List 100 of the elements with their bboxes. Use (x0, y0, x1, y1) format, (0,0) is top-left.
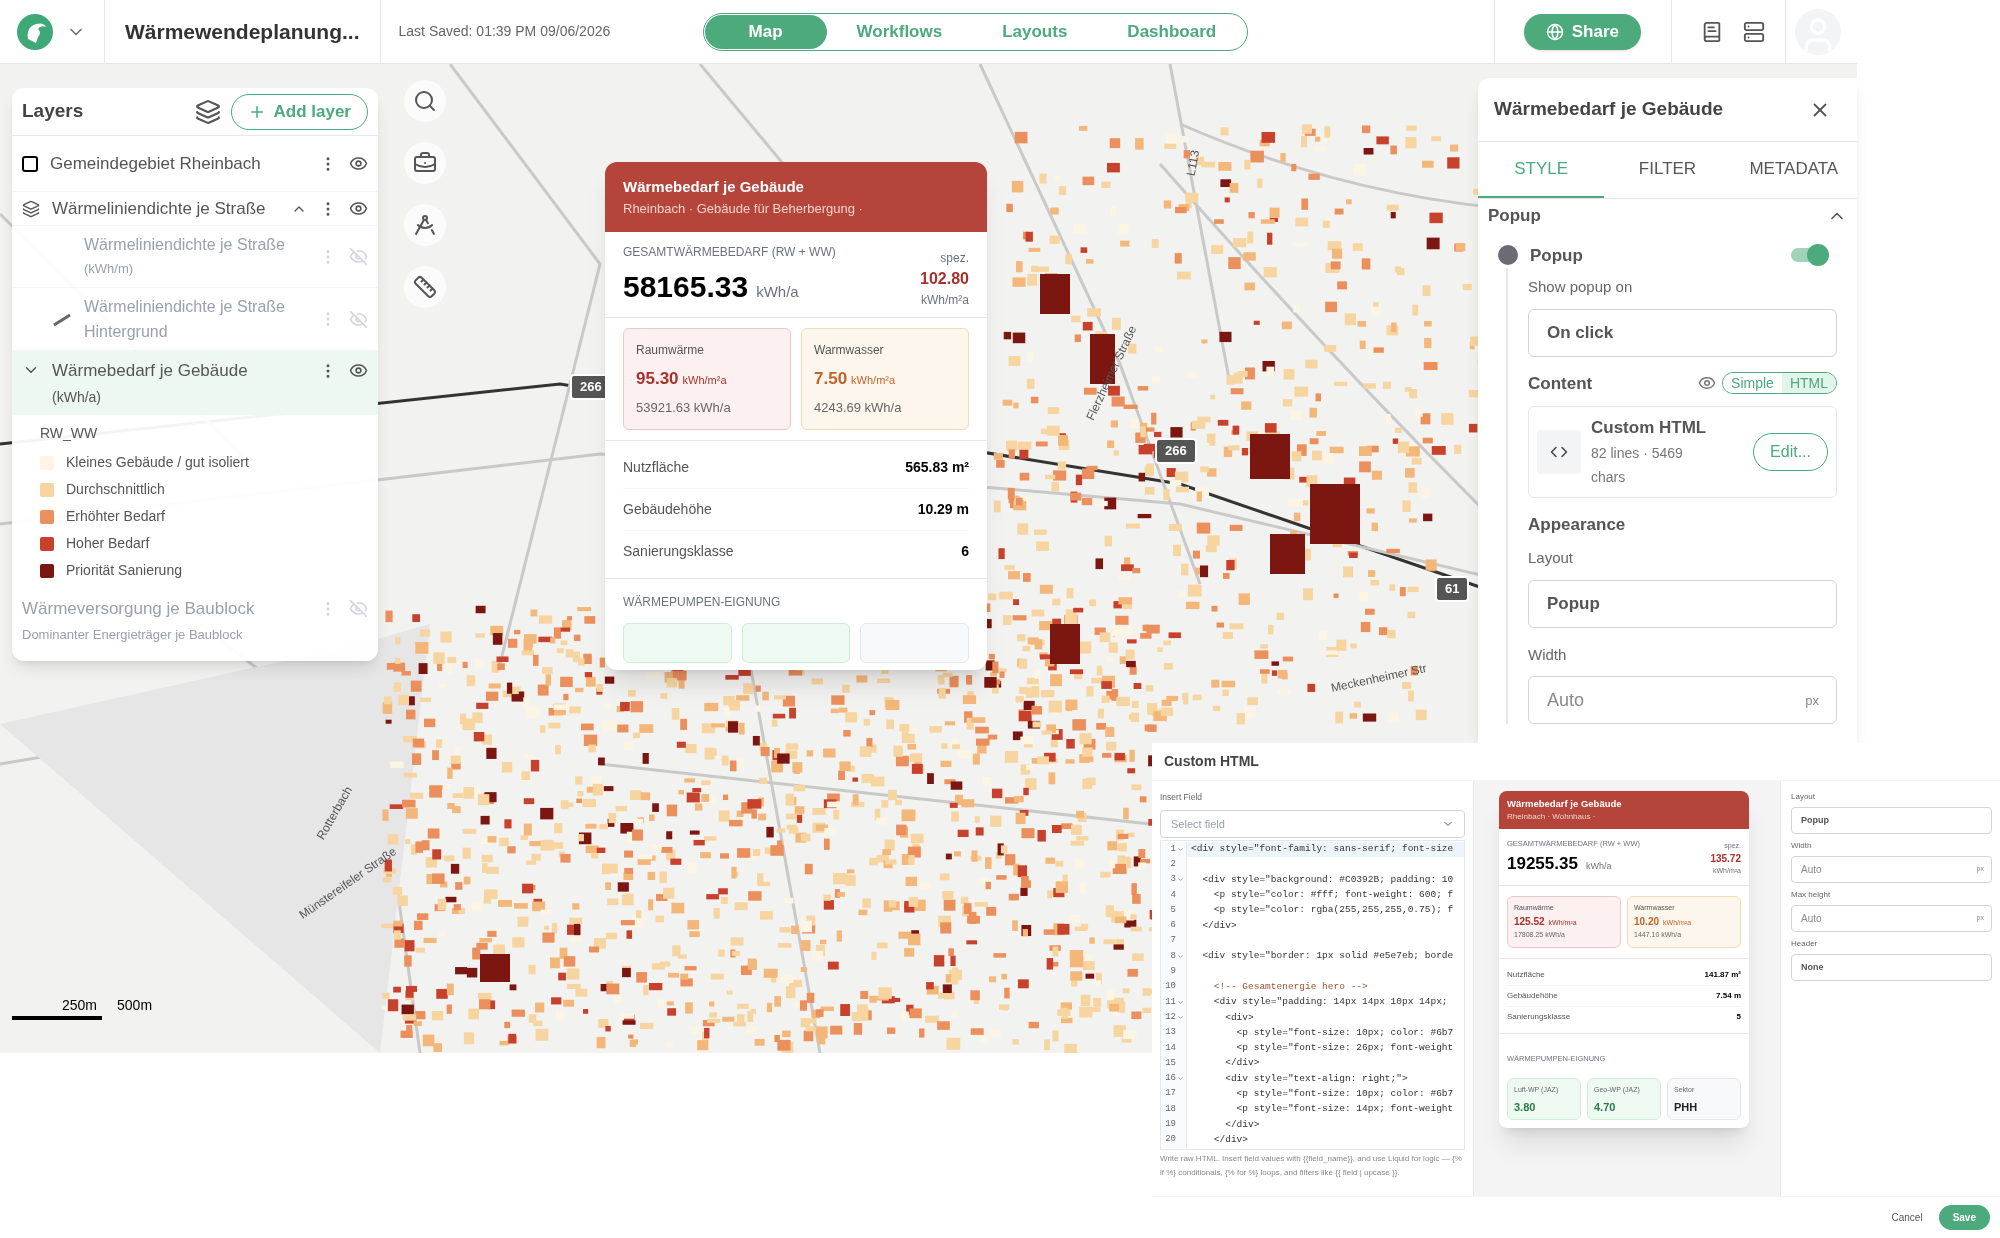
property-value: 141.87 m² (1704, 968, 1741, 981)
property-value: 10.29 m (917, 500, 969, 519)
field-label: Content (1528, 372, 1593, 395)
line-number: 9 (1170, 965, 1176, 978)
property-value: 565.83 m² (905, 458, 969, 477)
total-unit: kWh/a (1585, 860, 1612, 874)
code-line: </div> (1212, 1132, 1248, 1147)
layers-icon (194, 98, 221, 125)
layer-name[interactable]: Wärmeliniendichte je Straße (84, 232, 307, 257)
share-button[interactable]: Share (1523, 13, 1641, 50)
select-field[interactable]: Popup (1791, 807, 1992, 834)
help-text: Write raw HTML. Insert field values with {{field_name}}, and use Liquid for logic — {% if %} conditionals, {% for %} loops, and filters like {{ field | upcase }}. (1160, 1152, 1463, 1179)
eye-icon[interactable] (349, 199, 368, 218)
nav-tab[interactable]: Dashboard (1097, 14, 1247, 49)
panel-title: Layers (22, 99, 84, 124)
property-value: 5 (1736, 1010, 1741, 1023)
server-icon[interactable] (1743, 20, 1765, 43)
property-label: Nutzfläche (1507, 968, 1545, 981)
select-field[interactable]: Select field (1160, 809, 1465, 838)
property-label: Gebäudehöhe (1507, 989, 1558, 1002)
last-saved-text: Last Saved: 01:39 PM 09/06/2026 (397, 22, 612, 41)
card-meta: 82 lines · 5469 chars (1591, 443, 1684, 487)
panel-title: Wärmebedarf je Gebäude (1494, 97, 1724, 122)
toggle-label: Popup (1530, 244, 1583, 267)
panel-tab[interactable]: FILTER (1604, 142, 1731, 198)
field-label: Show popup on (1528, 277, 1634, 297)
unit-label: px (1805, 692, 1819, 710)
legend-label: Erhöhter Bedarf (66, 507, 165, 526)
layer-name[interactable]: Wärmeliniendichte je Straße (52, 196, 279, 221)
road-label: L113 (1182, 148, 1204, 178)
nav-tab[interactable]: Layouts (972, 14, 1098, 49)
code-line: <div> (1224, 1010, 1254, 1025)
code-line: </div> (1201, 918, 1237, 933)
ruler-icon[interactable] (413, 275, 437, 299)
code-line: </div> (1224, 1056, 1260, 1071)
section-title: Popup (1488, 205, 1541, 227)
section-label: WÄRMEPUMPEN-EIGNUNG (623, 595, 781, 609)
eye-icon[interactable] (349, 361, 368, 380)
globe-icon (1545, 22, 1564, 41)
trigger-select[interactable]: On click (1528, 308, 1837, 357)
specific-unit: kWh/m²a (921, 292, 969, 309)
tile-value: 3.80 (1514, 1100, 1537, 1116)
legend-label: Kleines Gebäude / gut isoliert (66, 453, 249, 472)
property-label: Gebäudehöhe (623, 500, 712, 519)
compass-icon[interactable] (413, 213, 437, 237)
metric-total: 53921.63 kWh/a (636, 398, 732, 417)
nav-tab[interactable]: Map (704, 14, 827, 49)
field-label: Layout (1528, 548, 1575, 568)
mode-toggle[interactable]: HTML (1781, 373, 1836, 394)
code-line: <div style="font-family: sans-serif; font-size (1190, 842, 1454, 857)
eye-icon[interactable] (349, 154, 368, 173)
line-number: 18 (1165, 1102, 1176, 1116)
property-label: Nutzfläche (623, 458, 690, 477)
layer-row[interactable]: Wärmebedarf je Gebäude (kWh/a) (12, 351, 378, 415)
book-icon[interactable] (1701, 20, 1723, 43)
code-line: </div> (1224, 1117, 1260, 1132)
metric-label: Warmwasser (814, 342, 885, 359)
project-title: Wärmewendeplanung... (105, 0, 381, 63)
metric-label: Raumwärme (636, 342, 705, 359)
line-number: 4 (1170, 888, 1176, 902)
select-field[interactable]: None (1791, 954, 1992, 981)
line-number: 12 (1165, 1010, 1176, 1024)
total-value: 58165.33 (623, 269, 749, 305)
popup-title: Wärmebedarf je Gebäude (623, 177, 805, 197)
field-label: Width (1528, 644, 1568, 665)
legend-field: RW_WW (40, 423, 378, 444)
line-number: 17 (1165, 1087, 1176, 1101)
line-number: 7 (1170, 934, 1176, 948)
scale-label: 500m (117, 996, 153, 1015)
layout-select[interactable]: Popup (1528, 579, 1837, 628)
line-number: 15 (1165, 1056, 1176, 1070)
layer-name: Wärmeversorgung je Baublock (22, 598, 256, 620)
code-line: <!-- Gesamtenergie hero --> (1212, 979, 1368, 994)
line-number: 14 (1165, 1041, 1176, 1055)
nav-tab[interactable]: Workflows (826, 14, 973, 49)
save-button[interactable]: Save (1938, 1205, 1990, 1230)
search-icon[interactable] (413, 89, 437, 113)
code-line: <div style="padding: 14px 14px 10px 14px; (1212, 995, 1448, 1010)
property-label: Sanierungsklasse (1507, 1010, 1571, 1023)
panel-tab[interactable]: METADATA (1730, 142, 1857, 198)
layer-name[interactable]: Wärmeliniendichte je Straße Hintergrund (84, 294, 307, 344)
line-number: 6 (1170, 919, 1176, 933)
cancel-button[interactable]: Cancel (1891, 1210, 1923, 1225)
line-number: 20 (1165, 1133, 1176, 1147)
panel-tab[interactable]: STYLE (1478, 142, 1605, 198)
metric-total: 4243.69 kWh/a (814, 398, 903, 417)
property-value: 7.54 m (1716, 989, 1741, 1002)
line-number: 8 (1170, 949, 1176, 963)
popup-subtitle: Rheinbach · Gebäude für Beherbergung · (623, 199, 864, 218)
popup-title: Wärmebedarf je Gebäude (1507, 797, 1623, 811)
layer-name[interactable]: Gemeindegebiet Rheinbach (50, 150, 307, 177)
layer-unit: (kWh/m) (84, 260, 135, 278)
total-unit: kWh/a (756, 282, 799, 302)
checkbox[interactable] (22, 155, 38, 172)
property-label: Sanierungsklasse (623, 542, 734, 561)
layer-unit: (kWh/a) (52, 388, 102, 407)
field-label: Header (1791, 938, 1819, 950)
line-number: 11 (1165, 995, 1176, 1009)
layers-icon (22, 199, 40, 218)
toolbox-icon[interactable] (413, 151, 437, 175)
